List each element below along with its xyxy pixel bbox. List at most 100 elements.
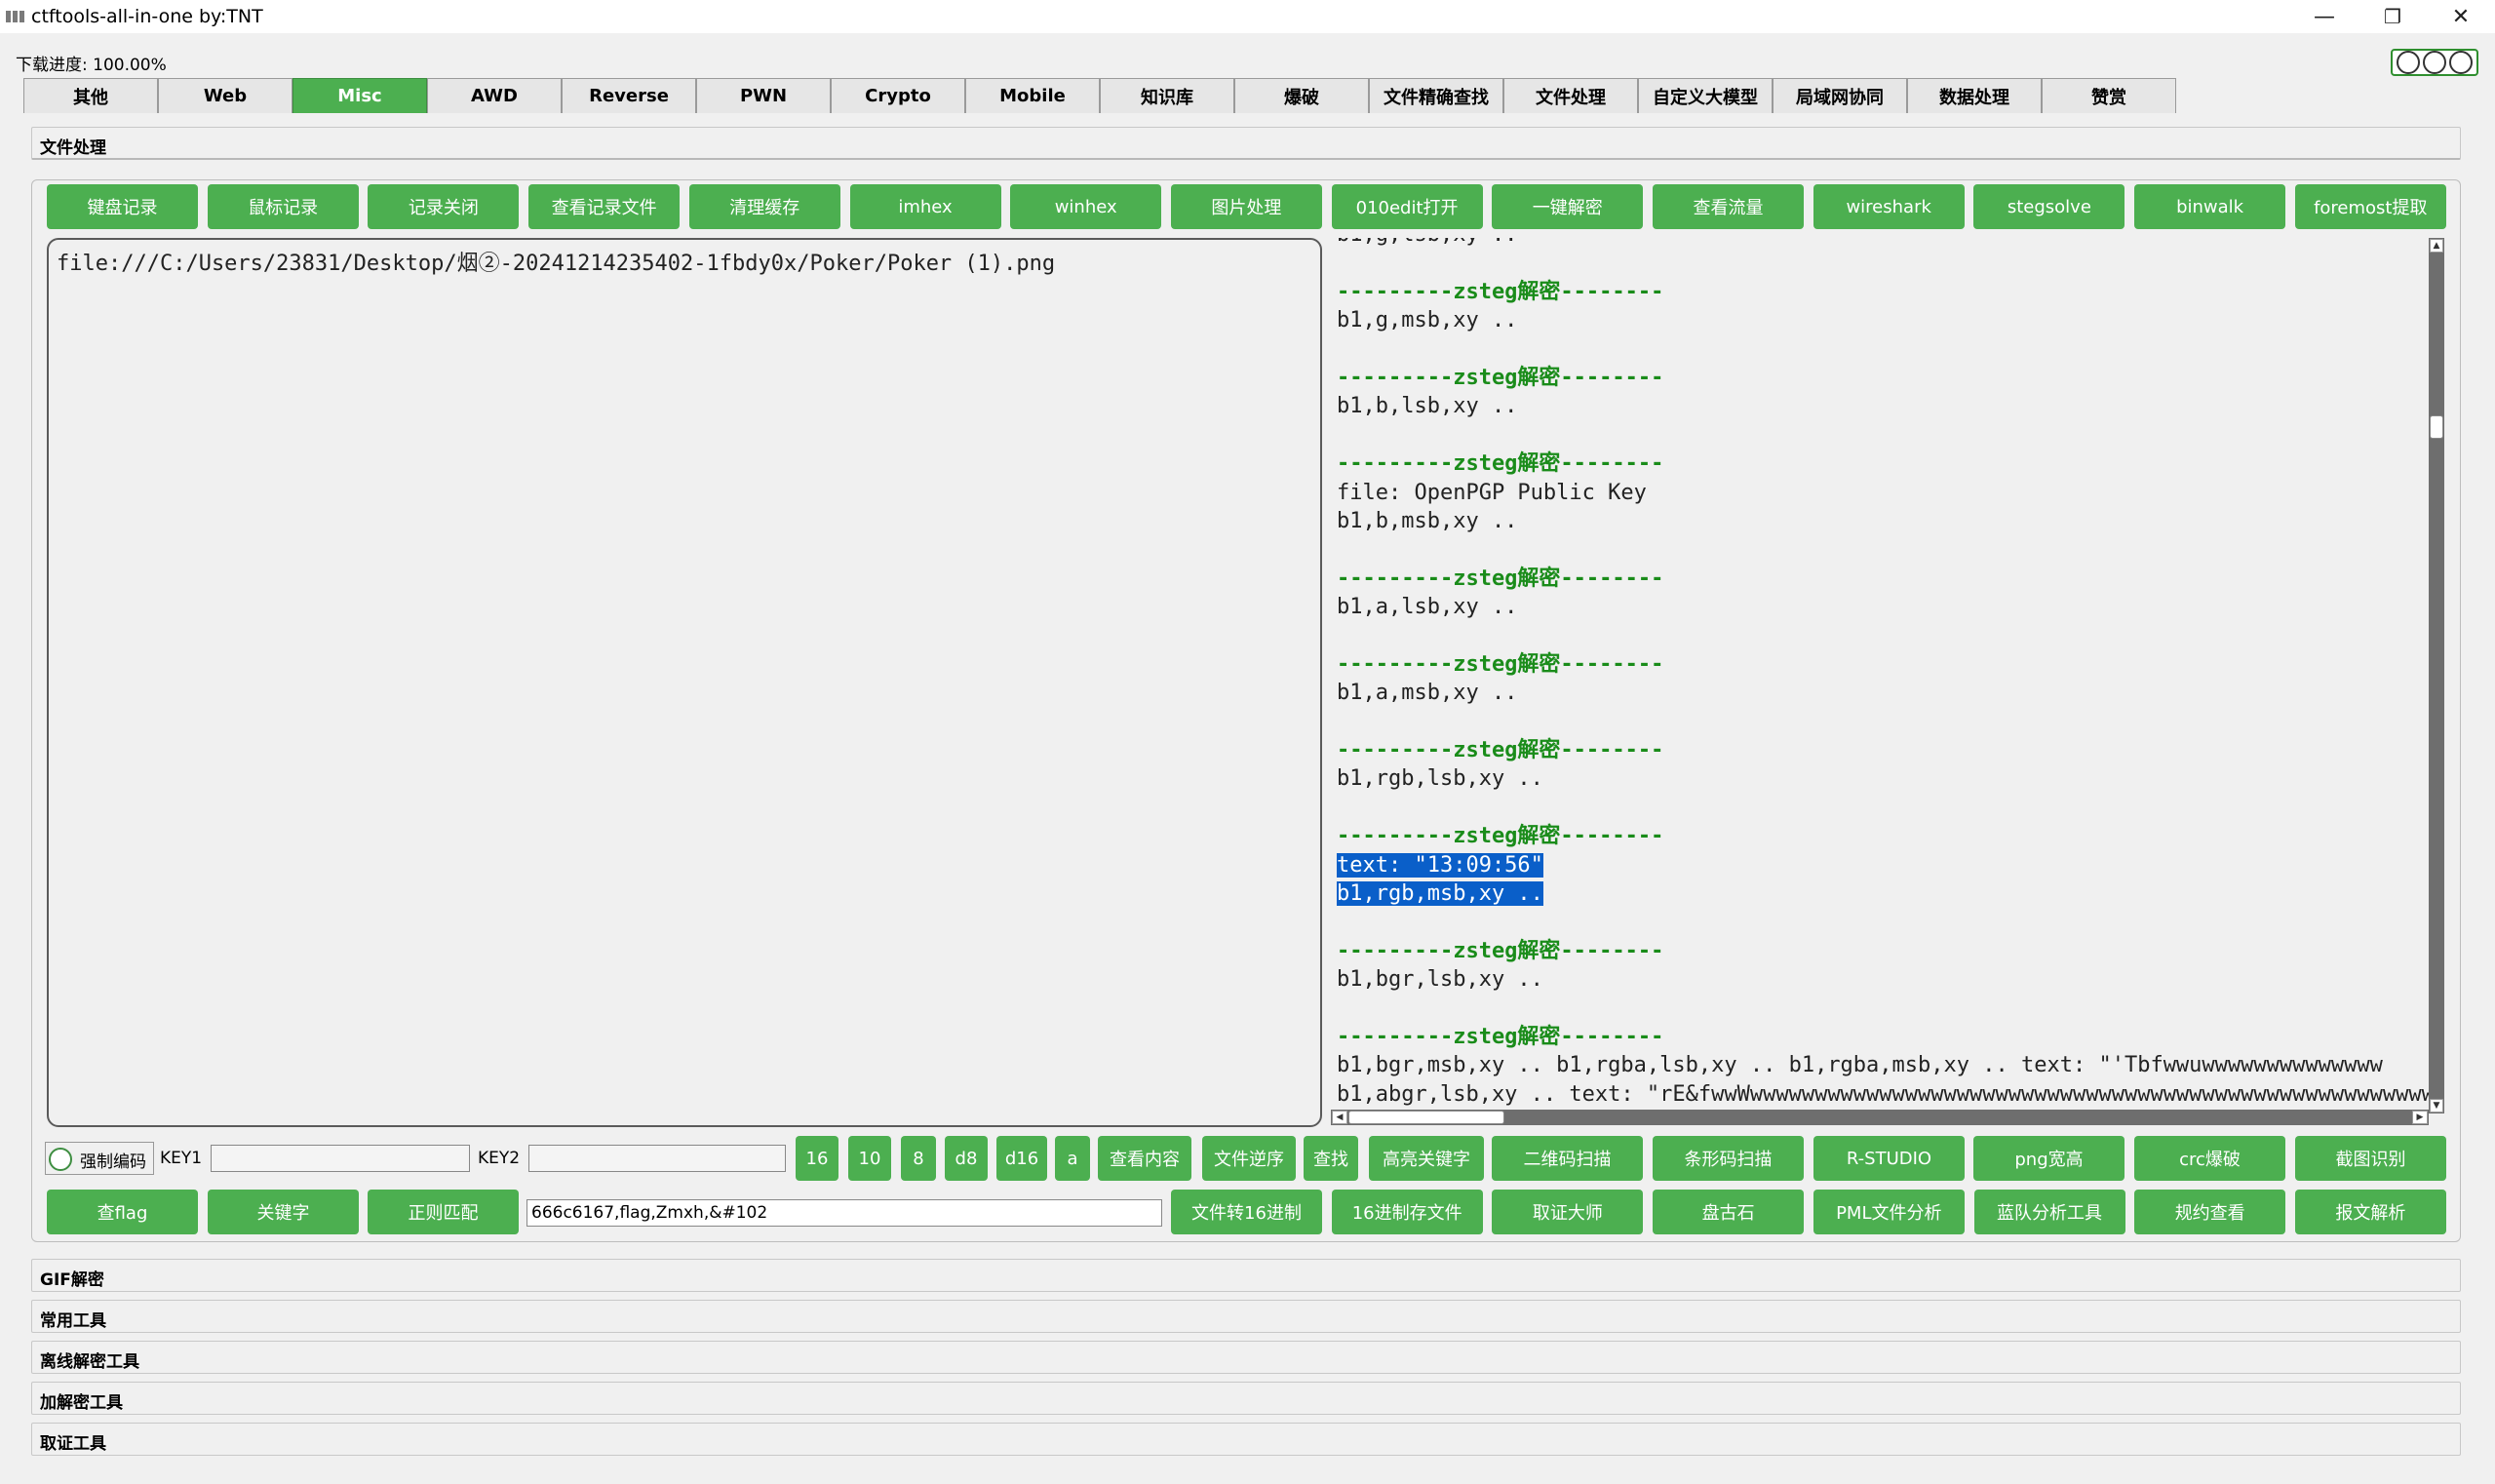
force-encode-checkbox[interactable] <box>49 1148 72 1171</box>
output-blank-line <box>1337 794 2433 822</box>
scroll-up-icon[interactable]: ▲ <box>2430 239 2443 253</box>
scroll-down-icon[interactable]: ▼ <box>2430 1099 2443 1113</box>
output-separator-line: ---------zsteg解密-------- <box>1337 279 1664 304</box>
row2-button-8[interactable]: 8 <box>901 1136 936 1181</box>
row3-button-16[interactable]: 文件转16进制 <box>1171 1190 1322 1234</box>
top-button-item-2[interactable]: 记录关闭 <box>368 184 520 229</box>
row2-button-crc[interactable]: crc爆破 <box>2134 1136 2285 1181</box>
row3-button-item-2[interactable]: 取证大师 <box>1492 1190 1644 1234</box>
circle-icon <box>2396 51 2420 74</box>
output-blank-line <box>1337 249 2433 277</box>
top-button-winhex[interactable]: winhex <box>1010 184 1162 229</box>
row2-button-16[interactable]: 16 <box>796 1136 838 1181</box>
row2-button-d8[interactable]: d8 <box>945 1136 988 1181</box>
row3-button-item-2[interactable]: 正则匹配 <box>368 1190 519 1234</box>
output-text-area[interactable]: b1,g,lsb,xy .. ---------zsteg解密-------- b1… <box>1331 238 2444 1127</box>
row2-button-item-7[interactable]: 文件逆序 <box>1202 1136 1296 1181</box>
output-blank-line <box>1337 708 2433 736</box>
section-header-item-3[interactable]: 加解密工具 <box>31 1382 2461 1415</box>
top-button-foremost[interactable]: foremost提取 <box>2294 184 2446 229</box>
row2-button-a[interactable]: a <box>1055 1136 1090 1181</box>
output-separator-line: ---------zsteg解密-------- <box>1337 451 1664 477</box>
restore-button[interactable]: ❐ <box>2359 0 2427 33</box>
close-button[interactable]: ✕ <box>2427 0 2495 33</box>
row2-button-png[interactable]: png宽高 <box>1973 1136 2125 1181</box>
top-button-item-7[interactable]: 图片处理 <box>1170 184 1322 229</box>
tab-pwn[interactable]: PWN <box>696 78 831 113</box>
tab-item-8[interactable]: 知识库 <box>1100 78 1234 113</box>
row3-button-flag[interactable]: 查flag <box>47 1190 198 1234</box>
top-button-wireshark[interactable]: wireshark <box>1813 184 1965 229</box>
scroll-thumb[interactable] <box>2430 415 2443 439</box>
output-highlighted-line: b1,rgb,msb,xy .. <box>1337 879 2433 908</box>
section-header-item-1[interactable]: 常用工具 <box>31 1300 2461 1333</box>
row3-button-16[interactable]: 16进制存文件 <box>1331 1190 1483 1234</box>
title-bar: ctftools-all-in-one by:TNT — ❐ ✕ <box>0 0 2495 33</box>
section-header-file-processing[interactable]: 文件处理 <box>31 127 2461 160</box>
tab-item-11[interactable]: 文件处理 <box>1503 78 1638 113</box>
output-separator-line: ---------zsteg解密-------- <box>1337 651 1664 677</box>
output-horizontal-scrollbar[interactable]: ◀ ▶ <box>1331 1110 2429 1125</box>
top-button-item-9[interactable]: 一键解密 <box>1492 184 1644 229</box>
row3-button-pml[interactable]: PML文件分析 <box>1813 1190 1965 1234</box>
row2-button-item-11[interactable]: 条形码扫描 <box>1653 1136 1804 1181</box>
tab-item-12[interactable]: 自定义大模型 <box>1638 78 1773 113</box>
selected-text: text: "13:09:56" <box>1337 852 1543 878</box>
row2-button-r-studio[interactable]: R-STUDIO <box>1813 1136 1965 1181</box>
output-separator-line: ---------zsteg解密-------- <box>1337 1024 1664 1049</box>
tab-item-14[interactable]: 数据处理 <box>1907 78 2042 113</box>
top-button-stegsolve[interactable]: stegsolve <box>1973 184 2125 229</box>
scroll-right-icon[interactable]: ▶ <box>2412 1111 2428 1124</box>
tab-reverse[interactable]: Reverse <box>562 78 696 113</box>
row3-button-item-6[interactable]: 规约查看 <box>2134 1190 2286 1234</box>
section-header-gif[interactable]: GIF解密 <box>31 1259 2461 1292</box>
scroll-left-icon[interactable]: ◀ <box>1332 1111 1347 1124</box>
section-header-item-2[interactable]: 离线解密工具 <box>31 1341 2461 1374</box>
scroll-thumb[interactable] <box>1348 1111 1504 1124</box>
output-line: b1,b,lsb,xy .. <box>1337 394 1518 419</box>
tab-misc[interactable]: Misc <box>292 78 427 113</box>
section-header-item-4[interactable]: 取证工具 <box>31 1423 2461 1456</box>
top-button-item-10[interactable]: 查看流量 <box>1653 184 1804 229</box>
output-line: b1,bgr,lsb,xy .. <box>1337 967 1543 993</box>
row2-button-item-9[interactable]: 高亮关键字 <box>1369 1136 1484 1181</box>
tab-item-0[interactable]: 其他 <box>23 78 158 113</box>
row2-button-10[interactable]: 10 <box>848 1136 891 1181</box>
output-blank-line <box>1337 995 2433 1023</box>
status-indicators <box>2391 49 2478 76</box>
row2-button-item-6[interactable]: 查看内容 <box>1098 1136 1191 1181</box>
tab-awd[interactable]: AWD <box>427 78 562 113</box>
row3-button-item-3[interactable]: 盘古石 <box>1653 1190 1805 1234</box>
tab-web[interactable]: Web <box>158 78 292 113</box>
top-button-item-0[interactable]: 键盘记录 <box>47 184 198 229</box>
top-button-item-3[interactable]: 查看记录文件 <box>528 184 681 229</box>
tab-crypto[interactable]: Crypto <box>831 78 965 113</box>
file-path-input[interactable]: file:///C:/Users/23831/Desktop/烟②-202412… <box>47 238 1322 1127</box>
tab-item-15[interactable]: 赞赏 <box>2042 78 2176 113</box>
row2-button-d16[interactable]: d16 <box>996 1136 1047 1181</box>
output-vertical-scrollbar[interactable]: ▲ ▼ <box>2429 238 2444 1113</box>
top-button-item-1[interactable]: 鼠标记录 <box>207 184 359 229</box>
output-blank-line <box>1337 535 2433 564</box>
selected-text: b1,rgb,msb,xy .. <box>1337 880 1543 906</box>
row3-button-item-1[interactable]: 关键字 <box>208 1190 359 1234</box>
output-line: b1,a,lsb,xy .. <box>1337 595 1518 620</box>
tab-mobile[interactable]: Mobile <box>965 78 1100 113</box>
main-tabs: 其他 Web Misc AWD Reverse PWN Crypto Mobile 知识库 爆破文… <box>23 78 2176 113</box>
tab-item-10[interactable]: 文件精确查找 <box>1369 78 1503 113</box>
tab-item-13[interactable]: 局域网协同 <box>1773 78 1907 113</box>
tab-item-9[interactable]: 爆破 <box>1234 78 1369 113</box>
top-button-item-4[interactable]: 清理缓存 <box>688 184 840 229</box>
row3-button-item-7[interactable]: 报文解析 <box>2294 1190 2446 1234</box>
row2-button-item-8[interactable]: 查找 <box>1304 1136 1358 1181</box>
top-button-imhex[interactable]: imhex <box>849 184 1001 229</box>
row3-button-item-5[interactable]: 蓝队分析工具 <box>1973 1190 2125 1234</box>
top-button-binwalk[interactable]: binwalk <box>2134 184 2286 229</box>
top-button-010edit[interactable]: 010edit打开 <box>1331 184 1483 229</box>
row2-button-item-10[interactable]: 二维码扫描 <box>1492 1136 1643 1181</box>
search-keywords-input[interactable]: 666c6167,flag,Zmxh,&#102 <box>526 1199 1162 1227</box>
key1-input[interactable] <box>211 1145 470 1172</box>
row2-button-item-15[interactable]: 截图识别 <box>2295 1136 2446 1181</box>
key2-input[interactable] <box>528 1145 786 1172</box>
minimize-button[interactable]: — <box>2290 0 2359 33</box>
